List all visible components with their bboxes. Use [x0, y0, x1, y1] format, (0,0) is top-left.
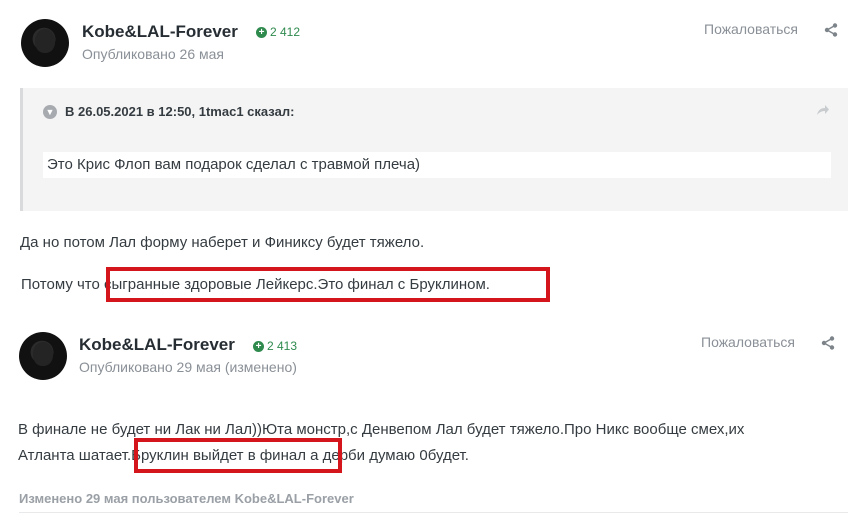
quote-block: ▼ В 26.05.2021 в 12:50, 1tmac1 сказал: Э… — [20, 88, 848, 211]
reputation-badge: + 2 412 — [256, 25, 300, 39]
edited-note: Изменено 29 мая пользователем Kobe&LAL-F… — [19, 491, 354, 506]
plus-circle-icon: + — [256, 26, 267, 38]
reputation-value: 2 413 — [267, 339, 298, 353]
published-date: Опубликовано 29 мая (изменено) — [79, 359, 297, 375]
share-icon[interactable] — [821, 336, 835, 350]
share-icon[interactable] — [824, 23, 838, 37]
quote-header-text: В 26.05.2021 в 12:50, 1tmac1 сказал: — [65, 104, 295, 119]
post-paragraph: В финале не будет ни Лак ни Лал))Юта мон… — [18, 421, 745, 438]
author-name[interactable]: Kobe&LAL-Forever — [79, 335, 235, 355]
report-link[interactable]: Пожаловаться — [704, 21, 798, 37]
avatar[interactable] — [19, 332, 67, 380]
report-link[interactable]: Пожаловаться — [701, 334, 795, 350]
post-paragraph: Потому что сыгранные здоровые Лейкерс.Эт… — [21, 276, 490, 293]
quote-text: Это Крис Флоп вам подарок сделал с травм… — [43, 152, 831, 178]
author-name[interactable]: Kobe&LAL-Forever — [82, 22, 238, 42]
quote-header[interactable]: ▼ В 26.05.2021 в 12:50, 1tmac1 сказал: — [43, 104, 294, 119]
avatar[interactable] — [21, 19, 69, 67]
plus-circle-icon: + — [253, 340, 264, 352]
reputation-badge: + 2 413 — [253, 339, 297, 353]
divider — [19, 512, 848, 513]
post-paragraph: Да но потом Лал форму наберет и Финиксу … — [20, 234, 425, 251]
post-paragraph: Атланта шатает.Бруклин выйдет в финал а … — [18, 447, 469, 464]
published-date: Опубликовано 26 мая — [82, 46, 225, 62]
reputation-value: 2 412 — [270, 25, 301, 39]
chevron-down-icon[interactable]: ▼ — [43, 104, 57, 119]
reply-arrow-icon[interactable] — [816, 104, 830, 116]
